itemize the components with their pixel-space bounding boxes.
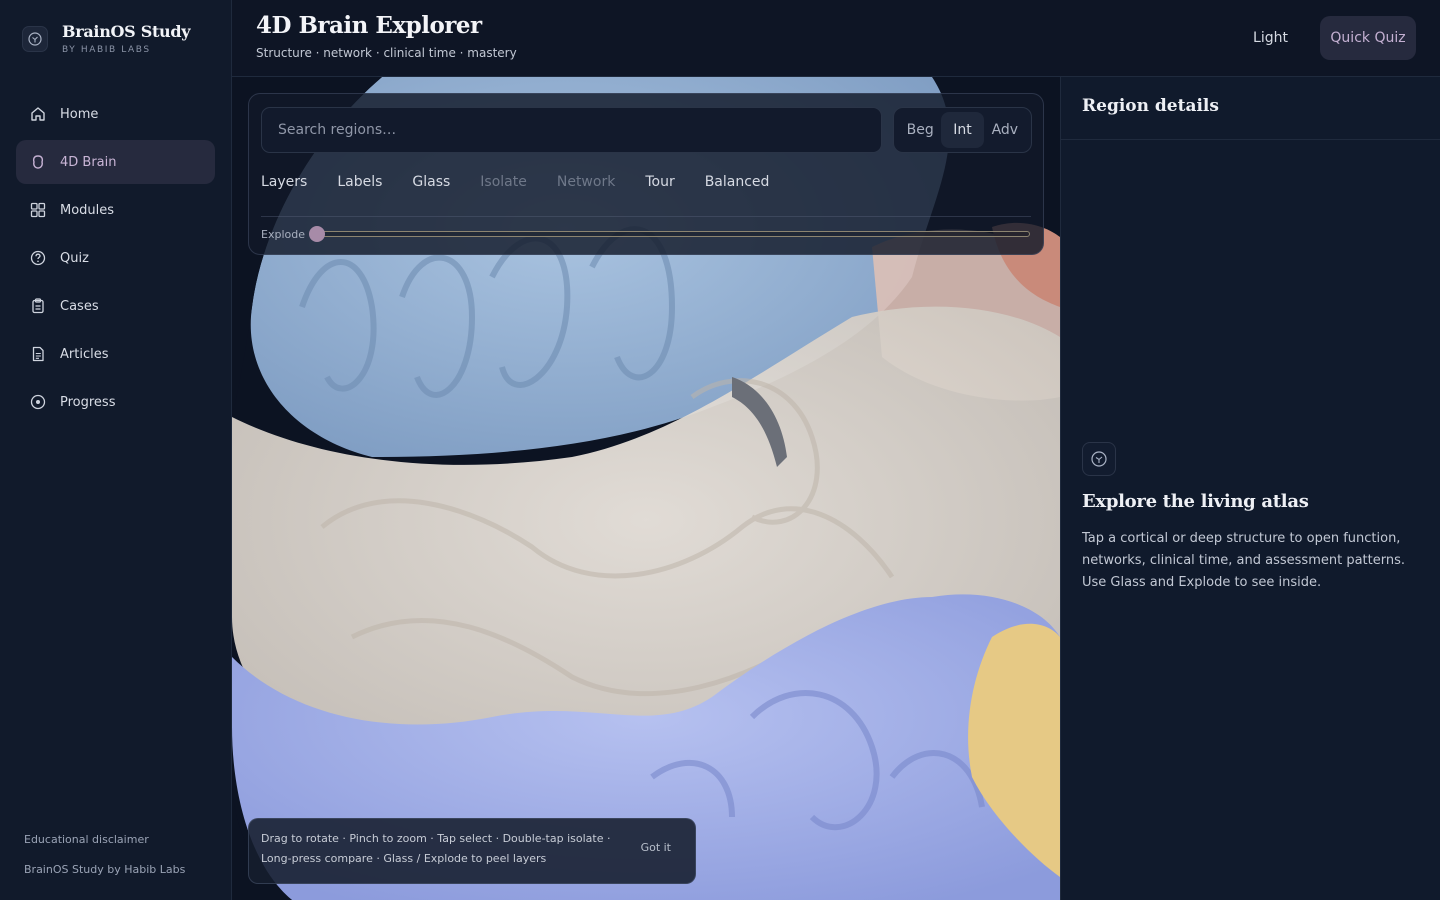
grid-icon <box>28 200 48 220</box>
explode-slider-track[interactable] <box>317 231 1030 237</box>
dismiss-hint-button[interactable]: Got it <box>641 841 671 854</box>
brain-logo-icon <box>1082 442 1116 476</box>
sidebar-item-modules[interactable]: Modules <box>16 188 215 232</box>
isolate-button[interactable]: Isolate <box>480 174 527 190</box>
page-subtitle: Structure · network · clinical time · ma… <box>256 46 517 60</box>
sidebar-item-label: Home <box>60 106 99 122</box>
empty-state-title: Explore the living atlas <box>1082 491 1309 512</box>
gesture-hint-toast: Drag to rotate · Pinch to zoom · Tap sel… <box>248 818 696 884</box>
region-details-panel: Region details Explore the living atlas … <box>1060 77 1440 900</box>
quality-balanced-button[interactable]: Balanced <box>705 174 770 190</box>
level-advanced-button[interactable]: Adv <box>984 112 1026 148</box>
empty-state-body: Tap a cortical or deep structure to open… <box>1082 531 1405 590</box>
glass-button[interactable]: Glass <box>412 174 450 190</box>
help-circle-icon <box>28 248 48 268</box>
sidebar-nav: Home 4D Brain Modules Quiz Cases Article… <box>16 92 215 428</box>
disclaimer-link[interactable]: Educational disclaimer <box>24 833 149 846</box>
theme-toggle-button[interactable]: Light <box>1241 16 1300 60</box>
sidebar: BrainOS Study BY HABIB LABS Home 4D Brai… <box>0 0 232 900</box>
credit-text: BrainOS Study by Habib Labs <box>24 863 186 876</box>
controls-divider <box>261 216 1031 217</box>
brand[interactable]: BrainOS Study BY HABIB LABS <box>22 22 191 55</box>
app-root: BrainOS Study BY HABIB LABS Home 4D Brai… <box>0 0 1440 900</box>
search-input[interactable] <box>261 107 882 153</box>
sidebar-item-home[interactable]: Home <box>16 92 215 136</box>
network-button[interactable]: Network <box>557 174 615 190</box>
sidebar-item-label: Articles <box>60 346 109 362</box>
brain-logo-icon <box>22 25 48 52</box>
sidebar-item-progress[interactable]: Progress <box>16 380 215 424</box>
page-header: 4D Brain Explorer Structure · network · … <box>232 0 1440 77</box>
brand-title: BrainOS Study <box>62 22 191 41</box>
tour-button[interactable]: Tour <box>645 174 674 190</box>
quick-quiz-button[interactable]: Quick Quiz <box>1320 16 1416 60</box>
sidebar-item-4d-brain[interactable]: 4D Brain <box>16 140 215 184</box>
brand-subtitle: BY HABIB LABS <box>62 45 151 55</box>
sidebar-item-label: Progress <box>60 394 116 410</box>
sidebar-item-label: Modules <box>60 202 115 218</box>
tool-toolbar: Layers Labels Glass Isolate Network Tour… <box>261 174 799 190</box>
page-title: 4D Brain Explorer <box>256 12 482 39</box>
sidebar-item-label: Quiz <box>60 250 89 266</box>
document-icon <box>28 344 48 364</box>
sidebar-item-articles[interactable]: Articles <box>16 332 215 376</box>
home-icon <box>28 104 48 124</box>
details-title: Region details <box>1082 96 1219 116</box>
brain-viewport[interactable]: Beg Int Adv Layers Labels Glass Isolate … <box>232 77 1060 900</box>
clipboard-icon <box>28 296 48 316</box>
level-beginner-button[interactable]: Beg <box>899 112 941 148</box>
labels-button[interactable]: Labels <box>337 174 382 190</box>
explorer-controls: Beg Int Adv Layers Labels Glass Isolate … <box>248 93 1044 255</box>
sidebar-item-quiz[interactable]: Quiz <box>16 236 215 280</box>
explode-label: Explode <box>261 228 305 241</box>
target-icon <box>28 392 48 412</box>
sidebar-item-label: Cases <box>60 298 99 314</box>
layers-button[interactable]: Layers <box>261 174 307 190</box>
brain-outline-icon <box>28 152 48 172</box>
level-intermediate-button[interactable]: Int <box>941 112 984 148</box>
difficulty-selector: Beg Int Adv <box>893 107 1032 153</box>
details-header: Region details <box>1061 77 1440 140</box>
sidebar-item-cases[interactable]: Cases <box>16 284 215 328</box>
gesture-hint-text: Drag to rotate · Pinch to zoom · Tap sel… <box>261 832 611 865</box>
sidebar-item-label: 4D Brain <box>60 154 117 170</box>
explode-slider-handle[interactable] <box>309 226 325 242</box>
